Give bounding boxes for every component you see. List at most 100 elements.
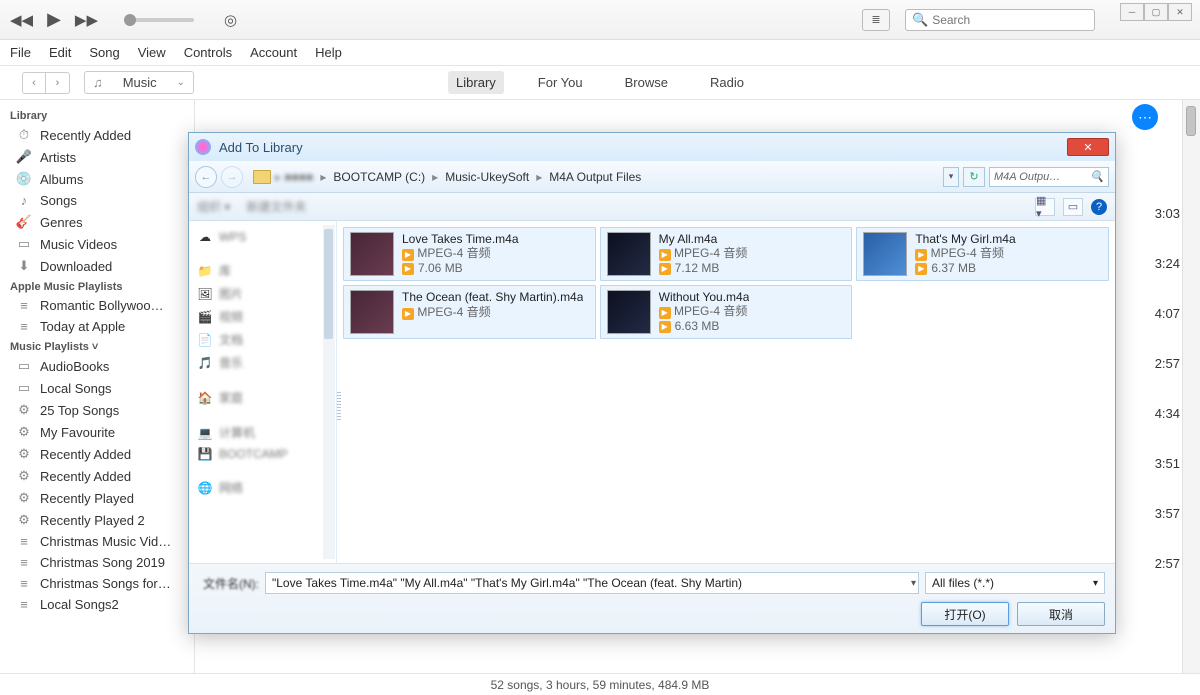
prev-track-icon[interactable]: ◀◀ — [10, 11, 33, 29]
menu-controls[interactable]: Controls — [184, 45, 232, 60]
sidebar-item[interactable]: ≡Christmas Music Vid… — [0, 531, 194, 552]
breadcrumb-history-button[interactable]: ▾ — [943, 167, 959, 187]
menu-view[interactable]: View — [138, 45, 166, 60]
file-size: ▶ 6.63 MB — [659, 319, 750, 334]
sidebar-item[interactable]: 🎸Genres — [0, 211, 194, 233]
tab-radio[interactable]: Radio — [702, 71, 752, 94]
search-input[interactable] — [932, 13, 1088, 27]
tab-for-you[interactable]: For You — [530, 71, 591, 94]
tree-item[interactable]: 🎬视频 — [193, 305, 332, 328]
sidebar-item[interactable]: ⬇Downloaded — [0, 255, 194, 277]
track-durations: 3:033:244:072:574:343:513:572:57 — [1120, 188, 1180, 588]
refresh-button[interactable]: ↻ — [963, 167, 985, 187]
next-track-icon[interactable]: ▶▶ — [75, 11, 98, 29]
search-box[interactable]: 🔍 — [905, 9, 1095, 31]
menu-account[interactable]: Account — [250, 45, 297, 60]
tree-item[interactable]: 📄文档 — [193, 328, 332, 351]
tree-item[interactable]: 📁库 — [193, 259, 332, 282]
sidebar-item[interactable]: ⚙25 Top Songs — [0, 399, 194, 421]
sidebar-item[interactable]: ⚙Recently Played — [0, 487, 194, 509]
play-icon[interactable]: ▶ — [47, 9, 61, 30]
crumb-bootcamp[interactable]: BOOTCAMP (C:) — [333, 170, 425, 184]
dialog-search-box[interactable]: M4A Outpu… 🔍 — [989, 167, 1109, 187]
dialog-toolbar: 组织 ▾ 新建文件夹 ▦ ▾ ▭ ? — [189, 193, 1115, 221]
sidebar-item-icon: ≡ — [16, 576, 32, 591]
source-dropdown[interactable]: ♫ Music ⌄ — [84, 71, 194, 94]
sidebar-item-label: My Favourite — [40, 425, 115, 440]
more-actions-button[interactable]: ⋯ — [1132, 104, 1158, 130]
sidebar-item[interactable]: ≡Local Songs2 — [0, 594, 194, 615]
sidebar-item[interactable]: ♪Songs — [0, 190, 194, 211]
file-tile[interactable]: Love Takes Time.m4a▶ MPEG-4 音频▶ 7.06 MB — [343, 227, 596, 281]
file-type: ▶ MPEG-4 音频 — [402, 305, 583, 320]
tree-item[interactable]: 🖼图片 — [193, 282, 332, 305]
dialog-close-button[interactable]: ✕ — [1067, 138, 1109, 156]
new-folder-button[interactable]: 新建文件夹 — [246, 198, 306, 215]
sidebar-item[interactable]: ⚙Recently Added — [0, 465, 194, 487]
nav-back-button[interactable]: ‹ — [22, 72, 46, 94]
chevron-updown-icon: ⌄ — [177, 77, 185, 88]
view-mode-button[interactable]: ▦ ▾ — [1035, 198, 1055, 216]
tree-item[interactable]: ☁WPS — [193, 227, 332, 247]
help-icon[interactable]: ? — [1091, 199, 1107, 215]
sidebar-item-icon: ⚙ — [16, 490, 32, 506]
tree-item-label: WPS — [219, 230, 246, 244]
sidebar-item-icon: ▭ — [16, 380, 32, 396]
sidebar-item-icon: ≡ — [16, 534, 32, 549]
dialog-back-button[interactable]: ← — [195, 166, 217, 188]
file-tile[interactable]: That's My Girl.m4a▶ MPEG-4 音频▶ 6.37 MB — [856, 227, 1109, 281]
crumb-hidden[interactable]: ▸ ■■■■ — [275, 170, 313, 184]
crumb-music-ukeysoft[interactable]: Music-UkeySoft — [445, 170, 529, 184]
sidebar-item[interactable]: ≡Christmas Song 2019 — [0, 552, 194, 573]
sidebar-item-icon: ▭ — [16, 358, 32, 374]
sidebar-item[interactable]: ⏱Recently Added — [0, 124, 194, 146]
minimize-button[interactable]: ─ — [1120, 3, 1144, 21]
file-filter-dropdown[interactable]: All files (*.*) ▾ — [925, 572, 1105, 594]
file-tile[interactable]: The Ocean (feat. Shy Martin).m4a▶ MPEG-4… — [343, 285, 596, 339]
menu-file[interactable]: File — [10, 45, 31, 60]
sidebar-item[interactable]: ⚙My Favourite — [0, 421, 194, 443]
organize-menu[interactable]: 组织 ▾ — [197, 198, 230, 215]
sidebar-item[interactable]: ▭Local Songs — [0, 377, 194, 399]
cancel-button[interactable]: 取消 — [1017, 602, 1105, 626]
airplay-icon[interactable]: ◎ — [224, 11, 237, 29]
nav-forward-button[interactable]: › — [46, 72, 70, 94]
sidebar-item[interactable]: ≡Today at Apple — [0, 316, 194, 337]
sidebar-item[interactable]: ▭Music Videos — [0, 233, 194, 255]
tree-item[interactable]: 💻计算机 — [193, 421, 332, 444]
tab-library[interactable]: Library — [448, 71, 504, 94]
sidebar-item[interactable]: 🎤Artists — [0, 146, 194, 168]
sidebar-item[interactable]: 💿Albums — [0, 168, 194, 190]
content-scrollbar[interactable] — [1182, 100, 1200, 673]
file-thumbnail-icon — [607, 232, 651, 276]
chevron-down-icon[interactable]: ▾ — [911, 578, 916, 589]
file-tile[interactable]: Without You.m4a▶ MPEG-4 音频▶ 6.63 MB — [600, 285, 853, 339]
sidebar-item[interactable]: ≡Christmas Songs for… — [0, 573, 194, 594]
menu-help[interactable]: Help — [315, 45, 342, 60]
tree-item[interactable]: 🌐网络 — [193, 476, 332, 499]
volume-slider[interactable] — [124, 18, 194, 22]
close-window-button[interactable]: ✕ — [1168, 3, 1192, 21]
file-tile[interactable]: My All.m4a▶ MPEG-4 音频▶ 7.12 MB — [600, 227, 853, 281]
sidebar-item[interactable]: ⚙Recently Added — [0, 443, 194, 465]
filename-input[interactable]: "Love Takes Time.m4a" "My All.m4a" "That… — [265, 572, 919, 594]
dialog-forward-button[interactable]: → — [221, 166, 243, 188]
crumb-m4a-output[interactable]: M4A Output Files — [549, 170, 641, 184]
list-view-button[interactable]: ≣ — [862, 9, 890, 31]
tree-item[interactable]: 🏠家庭 — [193, 386, 332, 409]
menu-edit[interactable]: Edit — [49, 45, 71, 60]
open-button[interactable]: 打开(O) — [921, 602, 1009, 626]
tab-browse[interactable]: Browse — [617, 71, 676, 94]
sidebar-item[interactable]: ⚙Recently Played 2 — [0, 509, 194, 531]
preview-pane-button[interactable]: ▭ — [1063, 198, 1083, 216]
sidebar-item-label: Artists — [40, 150, 76, 165]
maximize-button[interactable]: ▢ — [1144, 3, 1168, 21]
dialog-splitter[interactable] — [337, 221, 341, 563]
dialog-folder-tree[interactable]: ☁WPS 📁库🖼图片🎬视频📄文档🎵音乐 🏠家庭 💻计算机💾BOOTCAMP 🌐网络 — [189, 221, 337, 563]
menu-song[interactable]: Song — [89, 45, 119, 60]
sidebar-item[interactable]: ▭AudioBooks — [0, 355, 194, 377]
tree-item[interactable]: 💾BOOTCAMP — [193, 444, 332, 464]
tree-scrollbar[interactable] — [323, 225, 335, 559]
tree-item[interactable]: 🎵音乐 — [193, 351, 332, 374]
sidebar-item[interactable]: ≡Romantic Bollywoo… — [0, 295, 194, 316]
